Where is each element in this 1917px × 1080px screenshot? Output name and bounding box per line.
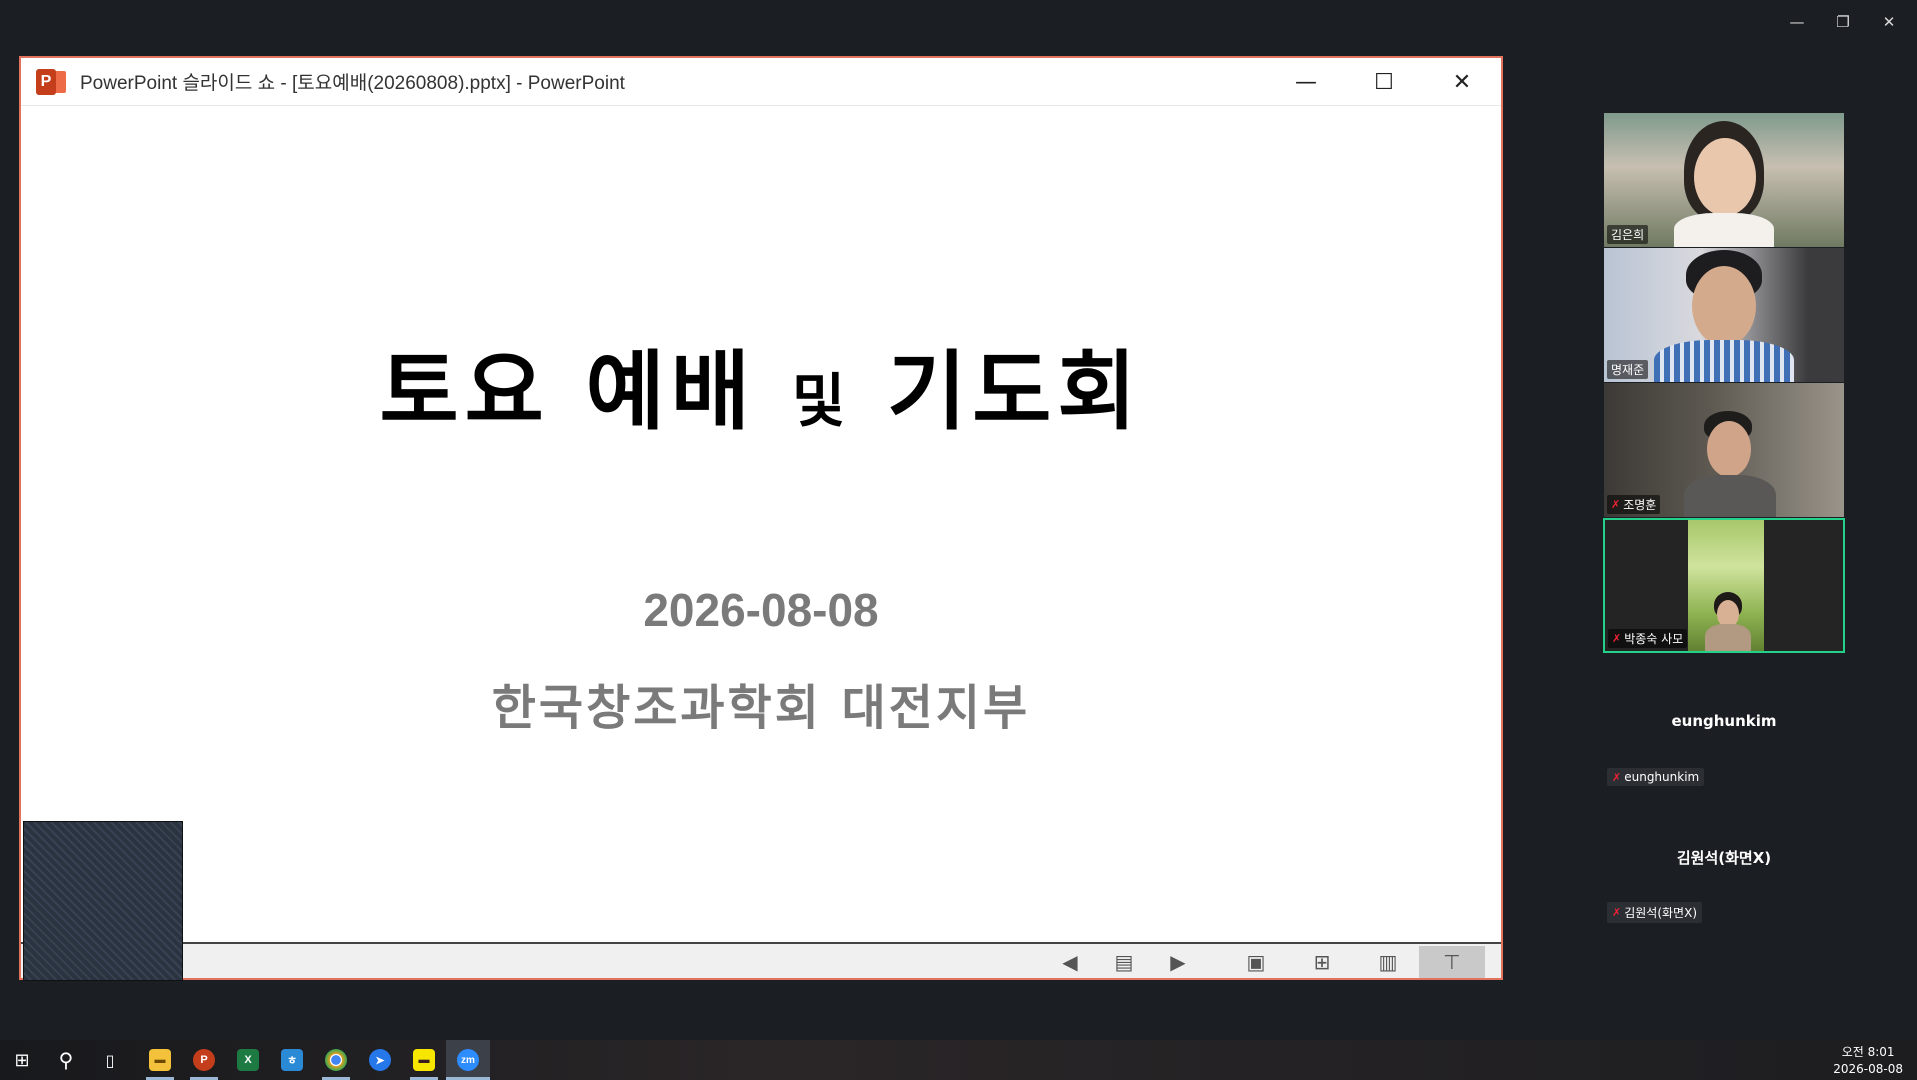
participant-name-label: 김은희 — [1607, 225, 1649, 244]
excel-icon: X — [237, 1049, 259, 1071]
reading-view-icon[interactable]: ▥ — [1369, 946, 1407, 978]
direction-app-button[interactable]: ➤ — [358, 1040, 402, 1080]
ppt-close-button[interactable]: ✕ — [1423, 58, 1501, 106]
video-tile[interactable]: 김은희 — [1604, 113, 1844, 247]
slide-organization: 한국창조과학회 대전지부 — [491, 680, 1031, 736]
zoom-window-controls: — ❐ ✕ — [1785, 8, 1901, 36]
restore-icon[interactable]: ❐ — [1831, 8, 1855, 36]
slide-title: 토요 예배 및 기도회 — [21, 321, 1501, 446]
slide-canvas[interactable]: 토요 예배 및 기도회 2026-08-08 한국창조과학회 대전지부 — [21, 106, 1501, 938]
kakaotalk-button[interactable]: ▬ — [402, 1040, 446, 1080]
search-icon: ⚲ — [58, 1048, 74, 1072]
task-view-button[interactable]: ▯ — [88, 1040, 132, 1080]
ppt-minimize-button[interactable]: — — [1267, 58, 1345, 106]
participant-name-label: 명재준 — [1607, 360, 1649, 379]
powerpoint-icon: P — [193, 1049, 215, 1071]
slide-title-part1: 토요 예배 — [379, 342, 756, 442]
chrome-icon: ● — [325, 1049, 347, 1071]
mic-muted-icon: ✗ — [1612, 906, 1622, 919]
minimize-icon[interactable]: — — [1785, 8, 1809, 36]
ppt-titlebar[interactable]: P PowerPoint 슬라이드 쇼 - [토요예배(20260808).pp… — [21, 58, 1501, 106]
excel-button[interactable]: X — [226, 1040, 270, 1080]
participant-display-name[interactable]: eunghunkim — [1604, 712, 1844, 730]
video-tile-active-speaker[interactable]: ✗ 박종숙 사모 — [1603, 518, 1845, 653]
direction-icon: ➤ — [369, 1049, 391, 1071]
previous-slide-icon[interactable]: ◀ — [1051, 946, 1089, 978]
close-icon[interactable]: ✕ — [1877, 8, 1901, 36]
slideshow-navigation-bar: ◀ ▤ ▶ ▣ ⊞ ▥ ⊤ — [21, 942, 1501, 978]
folder-icon: ▬ — [149, 1049, 171, 1071]
mic-muted-icon: ✗ — [1612, 632, 1622, 645]
video-tile[interactable]: 명재준 — [1604, 248, 1844, 382]
ppt-window-title: PowerPoint 슬라이드 쇼 - [토요예배(20260808).pptx… — [80, 73, 625, 94]
task-view-icon: ▯ — [105, 1050, 115, 1070]
participant-name-tag: ✗ eunghunkim — [1607, 768, 1705, 786]
file-explorer-button[interactable]: ▬ — [138, 1040, 182, 1080]
mic-muted-icon: ✗ — [1611, 498, 1621, 511]
zoom-icon: zm — [457, 1049, 479, 1071]
next-slide-icon[interactable]: ▶ — [1159, 946, 1197, 978]
normal-view-icon[interactable]: ▣ — [1237, 946, 1275, 978]
taskbar: ⊞ ⚲ ▯ ▬ P X ㅎ ● ➤ ▬ zm 오전 8:01 2026-08-0… — [0, 1040, 1917, 1080]
clock-date: 2026-08-08 — [1833, 1062, 1903, 1076]
participant-name-tag: ✗ 김원석(화면X) — [1607, 902, 1703, 923]
powerpoint-logo-icon: P — [36, 68, 66, 96]
video-tile[interactable]: ✗ 조명훈 — [1604, 383, 1844, 517]
slide-date: 2026-08-08 — [643, 584, 879, 636]
slide-title-part2: 기도회 — [887, 342, 1143, 442]
participant-display-name[interactable]: 김원석(화면X) — [1604, 847, 1844, 868]
mic-muted-icon: ✗ — [1612, 770, 1622, 784]
slideshow-view-icon[interactable]: ⊤ — [1419, 946, 1485, 978]
ppt-maximize-button[interactable]: ☐ — [1345, 58, 1423, 106]
powerpoint-button[interactable]: P — [182, 1040, 226, 1080]
participant-name-label: ✗ 박종숙 사모 — [1608, 629, 1688, 648]
presenter-thumbnail — [23, 821, 183, 981]
slide-title-conjunction: 및 — [791, 367, 852, 435]
shared-screen-powerpoint: P PowerPoint 슬라이드 쇼 - [토요예배(20260808).pp… — [19, 56, 1503, 981]
start-button[interactable]: ⊞ — [0, 1040, 44, 1080]
zoom-button[interactable]: zm — [446, 1040, 490, 1080]
system-clock[interactable]: 오전 8:01 2026-08-08 — [1833, 1044, 1903, 1078]
notes-icon[interactable]: ▤ — [1105, 946, 1143, 978]
hancom-button[interactable]: ㅎ — [270, 1040, 314, 1080]
slide-sorter-icon[interactable]: ⊞ — [1303, 946, 1341, 978]
chrome-button[interactable]: ● — [314, 1040, 358, 1080]
search-button[interactable]: ⚲ — [44, 1040, 88, 1080]
participant-name-label: ✗ 조명훈 — [1607, 495, 1661, 514]
kakaotalk-icon: ▬ — [413, 1049, 435, 1071]
hancom-icon: ㅎ — [281, 1049, 303, 1071]
clock-time: 오전 8:01 — [1841, 1045, 1895, 1059]
windows-logo-icon: ⊞ — [14, 1049, 30, 1071]
